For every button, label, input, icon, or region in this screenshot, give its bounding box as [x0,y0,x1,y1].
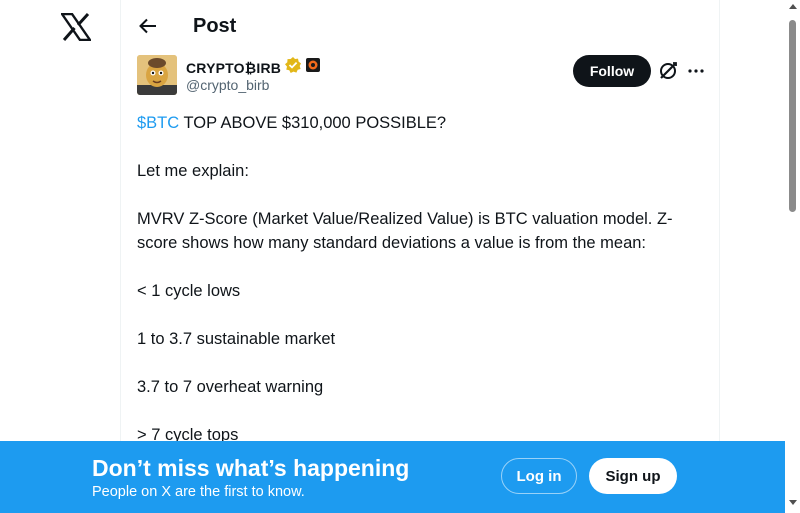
signup-button[interactable]: Sign up [589,458,677,494]
author-handle[interactable]: @crypto_birb [186,76,269,94]
banner-subtitle: People on X are the first to know. [92,484,305,500]
post-body: $BTC TOP ABOVE $310,000 POSSIBLE? Let me… [137,111,697,471]
scrollbar-thumb[interactable] [789,20,796,212]
author-display-name[interactable]: CRYPTO₿IRB [186,59,281,77]
page-title: Post [193,15,237,37]
banner-title: Don’t miss what’s happening [92,455,410,481]
left-nav [0,0,120,513]
post-paragraph: 3.7 to 7 overheat warning [137,378,324,396]
cashtag-link[interactable]: $BTC [137,114,179,132]
avatar[interactable] [137,55,177,95]
post-paragraph: Let me explain: [137,162,249,180]
main-column: Post CRYPTO₿IRB @crypto_birb Follow $BTC… [120,0,720,513]
login-button[interactable]: Log in [501,458,577,494]
scroll-down-arrow-icon[interactable] [789,500,797,505]
headline-text: TOP ABOVE $310,000 POSSIBLE? [179,114,447,132]
follow-button[interactable]: Follow [573,55,651,87]
post-paragraph: < 1 cycle lows [137,282,241,300]
post-headline: $BTC TOP ABOVE $310,000 POSSIBLE? [137,111,697,135]
post-paragraph: 1 to 3.7 sustainable market [137,330,336,348]
signup-banner: Don’t miss what’s happening People on X … [0,441,785,513]
grok-icon[interactable] [657,60,679,82]
arrow-left-icon [139,18,156,34]
affiliate-badge-icon[interactable] [305,57,321,78]
back-button[interactable] [135,13,161,39]
post-paragraph: MVRV Z-Score (Market Value/Realized Valu… [137,210,673,252]
scroll-up-arrow-icon[interactable] [789,4,797,9]
scrollbar[interactable] [785,0,800,513]
gold-verified-icon[interactable] [284,56,302,79]
more-dots-icon[interactable] [685,60,707,82]
post-header: Post [121,0,719,53]
x-logo-icon[interactable] [59,12,93,42]
